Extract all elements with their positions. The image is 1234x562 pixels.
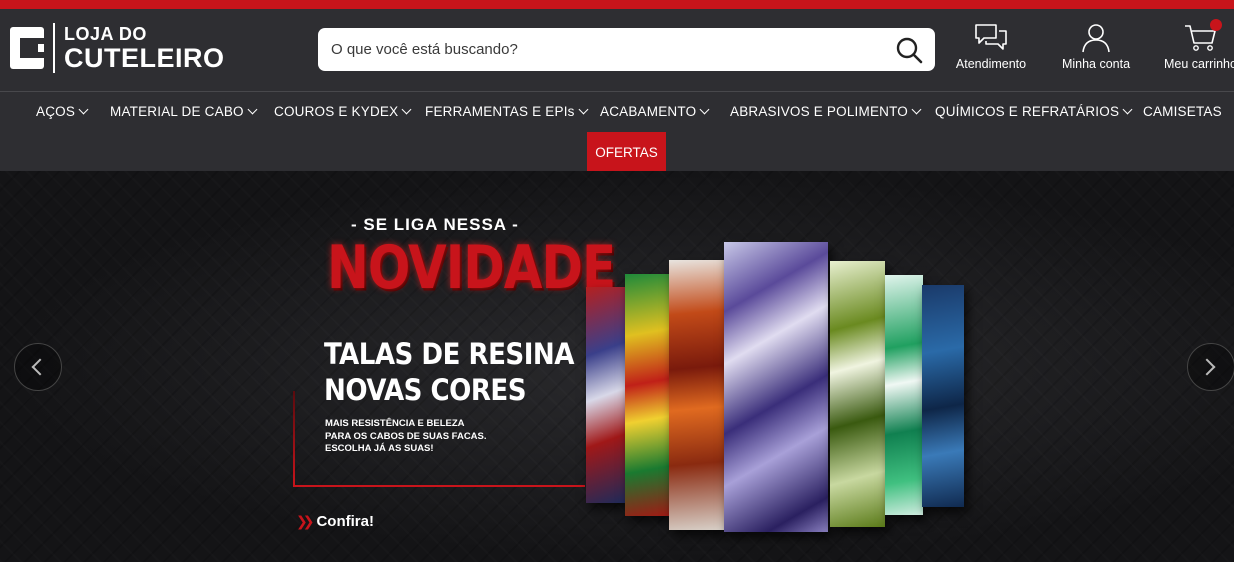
chevron-down-icon bbox=[401, 104, 412, 115]
logo-line2: CUTELEIRO bbox=[64, 42, 225, 73]
hero-banner[interactable]: - SE LIGA NESSA - NOVIDADE TALAS DE RESI… bbox=[0, 171, 1234, 562]
nav-item-ofertas[interactable]: OFERTAS bbox=[587, 132, 666, 172]
user-icon bbox=[1082, 24, 1110, 53]
banner-sub-line1: MAIS RESISTÊNCIA E BELEZA bbox=[325, 418, 465, 429]
nav-item-label: MATERIAL DE CABO bbox=[110, 104, 244, 119]
double-chevron-icon: ❯❯ bbox=[296, 513, 315, 529]
search-icon bbox=[896, 37, 923, 64]
search-input[interactable] bbox=[318, 41, 878, 58]
chevron-down-icon bbox=[911, 104, 922, 115]
chevron-down-icon bbox=[699, 104, 710, 115]
carousel-prev-button[interactable] bbox=[14, 343, 62, 391]
resin-slab bbox=[669, 260, 725, 530]
nav-item-abrasivos[interactable]: ABRASIVOS E POLIMENTO bbox=[730, 104, 922, 119]
search-bar bbox=[318, 28, 935, 71]
banner-cta-link[interactable]: ❯❯ Confira! bbox=[296, 513, 374, 530]
banner-title-line1: TALAS DE RESINA bbox=[324, 337, 574, 371]
resin-slab bbox=[922, 285, 964, 507]
banner-title-line2: NOVAS CORES bbox=[324, 373, 527, 407]
nav-item-label: COUROS E KYDEX bbox=[274, 104, 399, 119]
chevron-down-icon bbox=[578, 104, 589, 115]
banner-sub-line2: PARA OS CABOS DE SUAS FACAS. bbox=[325, 430, 487, 442]
nav-item-label: ABRASIVOS E POLIMENTO bbox=[730, 104, 908, 119]
logo-mark-icon bbox=[10, 27, 44, 69]
resin-slab bbox=[830, 261, 885, 527]
decorative-line bbox=[293, 391, 295, 486]
resin-slab bbox=[724, 242, 828, 532]
search-button[interactable] bbox=[895, 36, 925, 64]
nav-item-label: FERRAMENTAS E EPIs bbox=[425, 104, 575, 119]
nav-item-label: QUÍMICOS E REFRATÁRIOS bbox=[935, 104, 1120, 119]
nav-item-quimicos[interactable]: QUÍMICOS E REFRATÁRIOS bbox=[935, 104, 1133, 119]
banner-title: TALAS DE RESINA NOVAS CORES bbox=[324, 336, 574, 408]
logo-divider bbox=[53, 23, 55, 73]
chevron-right-icon bbox=[1198, 358, 1216, 376]
logo-text: LOJA DO CUTELEIRO bbox=[64, 25, 225, 72]
nav-item-acos[interactable]: AÇOS bbox=[36, 104, 89, 119]
cart-icon-wrap bbox=[1184, 19, 1222, 53]
banner-sub-line3: ESCOLHA JÁ AS SUAS! bbox=[325, 443, 434, 454]
account-link[interactable]: Minha conta bbox=[1060, 23, 1132, 71]
nav-item-acabamento[interactable]: ACABAMENTO bbox=[600, 104, 710, 119]
resin-slab bbox=[885, 275, 923, 515]
chevron-left-icon bbox=[31, 358, 49, 376]
nav-item-material-de-cabo[interactable]: MATERIAL DE CABO bbox=[110, 104, 258, 119]
support-link[interactable]: Atendimento bbox=[955, 23, 1027, 71]
nav-item-label: CAMISETAS bbox=[1143, 104, 1222, 119]
nav-item-camisetas[interactable]: CAMISETAS bbox=[1143, 104, 1222, 119]
decorative-line bbox=[293, 485, 585, 487]
resin-slab bbox=[586, 287, 626, 503]
cart-link[interactable]: Meu carrinho bbox=[1164, 19, 1234, 71]
nav-item-label: AÇOS bbox=[36, 104, 76, 119]
nav-item-label: ACABAMENTO bbox=[600, 104, 697, 119]
chevron-down-icon bbox=[1122, 104, 1133, 115]
account-label: Minha conta bbox=[1061, 57, 1131, 71]
carousel-next-button[interactable] bbox=[1187, 343, 1234, 391]
store-logo[interactable]: LOJA DO CUTELEIRO bbox=[10, 23, 225, 73]
cart-label: Meu carrinho bbox=[1164, 57, 1234, 71]
chevron-down-icon bbox=[247, 104, 258, 115]
chat-icon bbox=[975, 24, 1007, 50]
resin-slab bbox=[625, 274, 670, 516]
banner-subtext: MAIS RESISTÊNCIA E BELEZA PARA OS CABOS … bbox=[325, 418, 525, 456]
banner-headline: NOVIDADE bbox=[327, 233, 616, 303]
nav-item-couros-e-kydex[interactable]: COUROS E KYDEX bbox=[274, 104, 412, 119]
banner-cta-label: Confira! bbox=[316, 513, 374, 530]
nav-item-ferramentas[interactable]: FERRAMENTAS E EPIs bbox=[425, 104, 589, 119]
banner-kicker: - SE LIGA NESSA - bbox=[351, 215, 519, 234]
cart-badge bbox=[1210, 19, 1222, 31]
category-nav: AÇOS MATERIAL DE CABO COUROS E KYDEX FER… bbox=[0, 91, 1234, 172]
logo-line1: LOJA DO bbox=[64, 23, 147, 44]
chevron-down-icon bbox=[78, 104, 89, 115]
top-strip bbox=[0, 0, 1234, 9]
site-header: LOJA DO CUTELEIRO Atendimento Minha cont… bbox=[0, 9, 1234, 91]
support-label: Atendimento bbox=[955, 57, 1027, 71]
